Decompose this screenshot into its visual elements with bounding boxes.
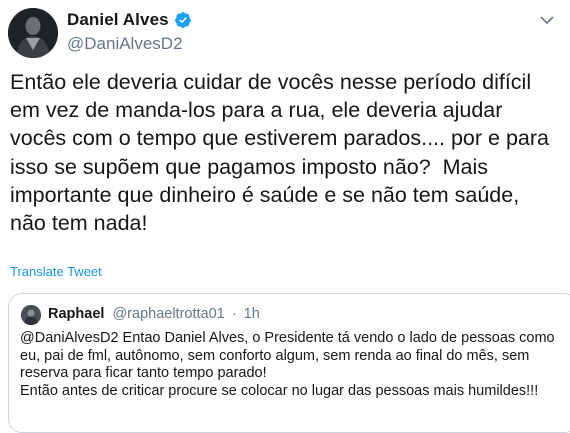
quoted-header: Raphael @raphaeltrotta01 · 1h (48, 306, 260, 322)
quoted-avatar-image (21, 305, 41, 325)
author-handle[interactable]: @DaniAlvesD2 (67, 34, 183, 54)
tweet-card: Daniel Alves @DaniAlvesD2 Então ele deve… (0, 0, 570, 433)
translate-tweet-link[interactable]: Translate Tweet (10, 264, 102, 279)
verified-badge-icon (174, 11, 192, 29)
quoted-display-name: Raphael (48, 306, 105, 322)
quoted-tweet[interactable]: Raphael @raphaeltrotta01 · 1h @DaniAlves… (8, 293, 570, 433)
quoted-handle: @raphaeltrotta01 (112, 306, 225, 322)
avatar-image (8, 8, 58, 58)
quoted-timestamp: 1h (243, 306, 260, 322)
quoted-separator: · (231, 306, 237, 322)
quoted-text: @DaniAlvesD2 Entao Daniel Alves, o Presi… (20, 330, 555, 399)
quoted-author-avatar (21, 305, 41, 325)
author-display-name[interactable]: Daniel Alves (67, 10, 169, 30)
author-name-row: Daniel Alves (67, 10, 192, 30)
chevron-down-icon[interactable] (538, 11, 556, 29)
author-avatar[interactable] (8, 8, 58, 58)
tweet-text: Então ele deveria cuidar de vocês nesse … (10, 70, 549, 236)
